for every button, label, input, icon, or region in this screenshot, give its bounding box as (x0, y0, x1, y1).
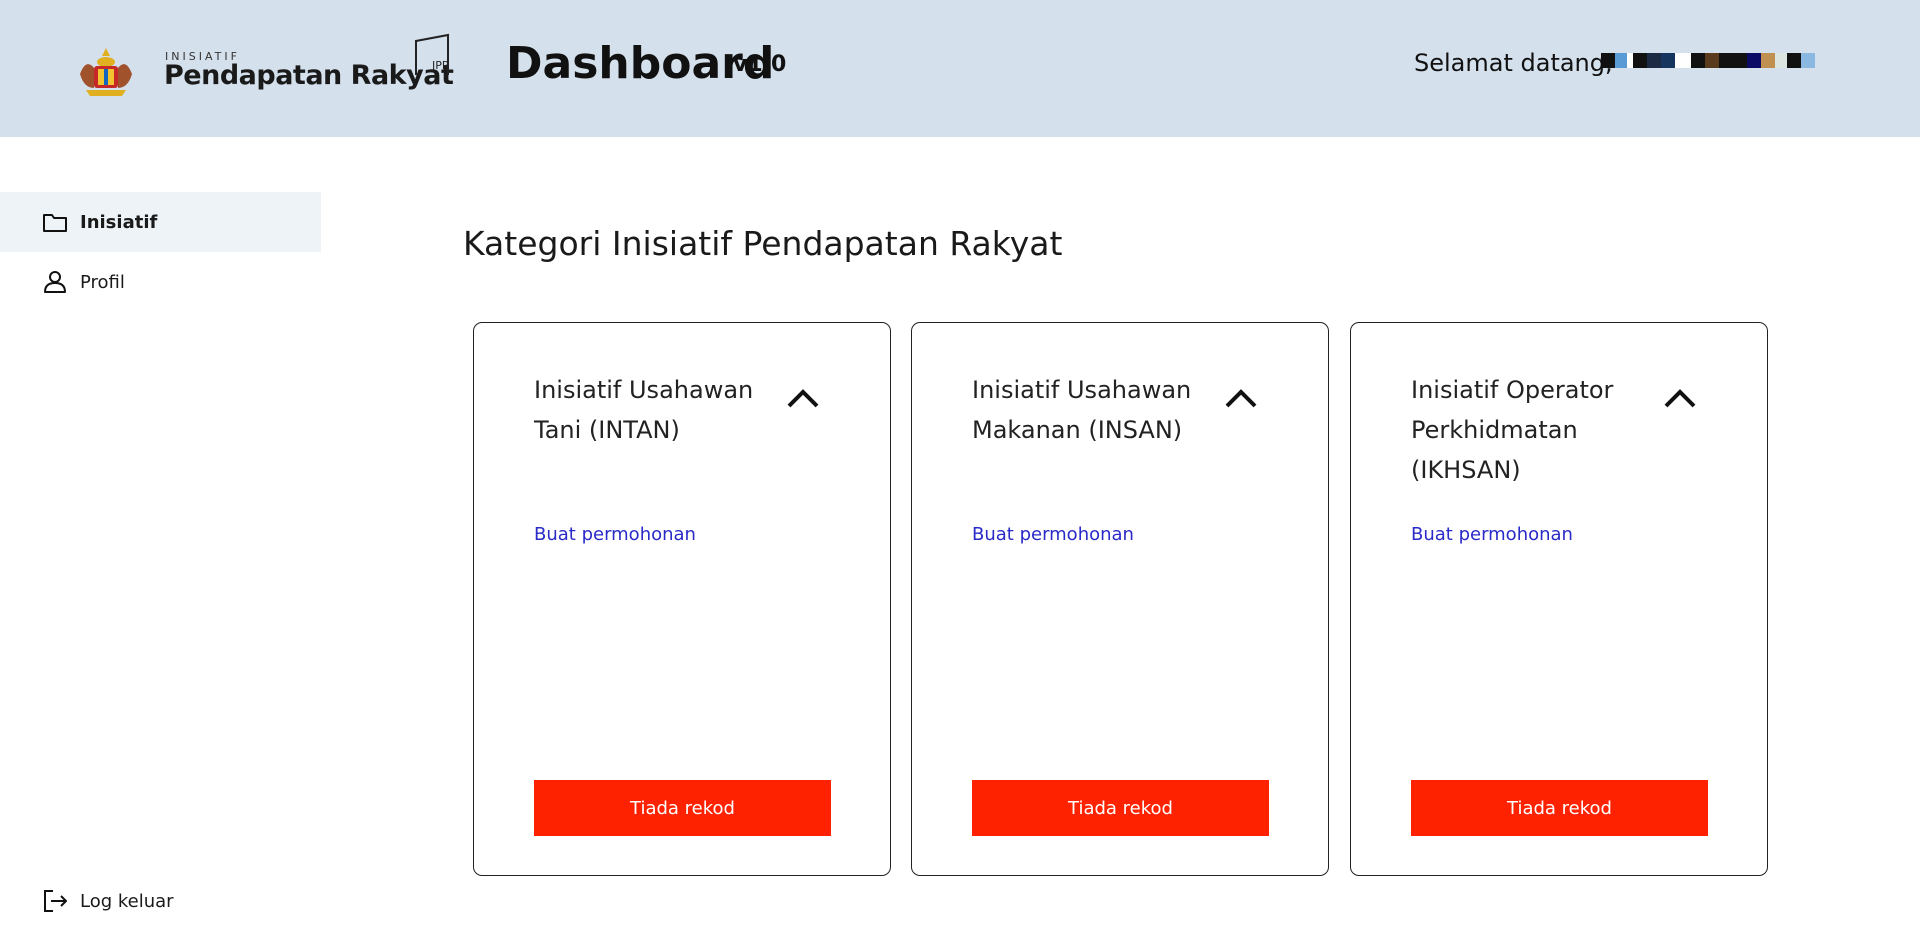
create-application-link[interactable]: Buat permohonan (534, 524, 696, 545)
sidebar-item-inisiatif[interactable]: Inisiatif (0, 192, 321, 252)
chevron-up-icon[interactable] (1224, 387, 1258, 409)
top-header: INISIATIF Pendapatan Rakyat JPR Dashboar… (0, 0, 1920, 137)
jpr-logo-icon: JPR (415, 33, 450, 75)
welcome-text: Selamat datang, (1414, 49, 1613, 77)
section-heading: Kategori Inisiatif Pendapatan Rakyat (463, 224, 1063, 263)
chevron-up-icon[interactable] (786, 387, 820, 409)
card-title: Inisiatif Operator Perkhidmatan (IKHSAN) (1411, 376, 1614, 484)
jpr-logo-text: JPR (431, 59, 450, 72)
brand-name: Pendapatan Rakyat (164, 60, 454, 91)
create-application-link[interactable]: Buat permohonan (1411, 524, 1573, 545)
logout-icon (44, 890, 67, 912)
redacted-username (1601, 53, 1815, 68)
version-label: v1.0 (733, 52, 787, 77)
user-icon (44, 271, 66, 293)
card-title: Inisiatif Usahawan Makanan (INSAN) (972, 376, 1192, 444)
initiative-card: Inisiatif Usahawan Makanan (INSAN) Buat … (911, 322, 1329, 876)
sidebar-item-label: Profil (80, 271, 125, 293)
create-application-link[interactable]: Buat permohonan (972, 524, 1134, 545)
logout-button[interactable]: Log keluar (0, 871, 321, 931)
initiative-card: Inisiatif Usahawan Tani (INTAN) Buat per… (473, 322, 891, 876)
sidebar-item-label: Inisiatif (80, 211, 158, 233)
initiative-card: Inisiatif Operator Perkhidmatan (IKHSAN)… (1350, 322, 1768, 876)
crest-icon (80, 48, 132, 96)
sidebar-item-profil[interactable]: Profil (0, 252, 321, 312)
no-record-button[interactable]: Tiada rekod (1411, 780, 1708, 836)
chevron-up-icon[interactable] (1663, 387, 1697, 409)
card-title: Inisiatif Usahawan Tani (INTAN) (534, 376, 754, 444)
no-record-button[interactable]: Tiada rekod (534, 780, 831, 836)
folder-icon (43, 214, 67, 232)
logout-label: Log keluar (80, 890, 174, 912)
no-record-button[interactable]: Tiada rekod (972, 780, 1269, 836)
